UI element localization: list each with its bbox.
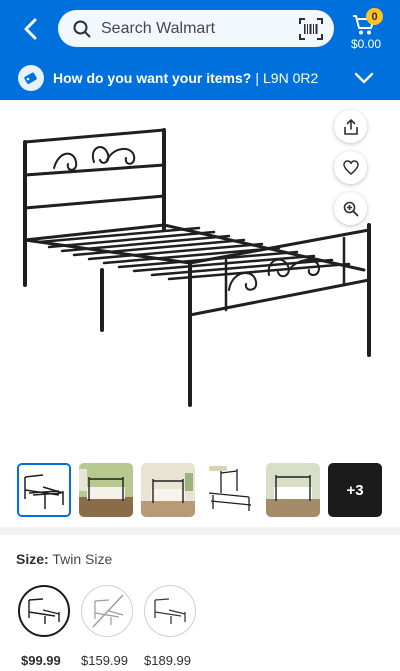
chevron-left-icon: [24, 18, 37, 40]
search-input[interactable]: Search Walmart: [101, 20, 298, 38]
size-option-3[interactable]: [144, 585, 196, 637]
more-images-count: +3: [346, 481, 364, 499]
more-images-thumbnail[interactable]: +3: [328, 463, 382, 517]
size-selector-section: Size: Twin Size $99.99 $159.99 $189.99: [0, 527, 400, 671]
delivery-prompt: How do you want your items?: [53, 70, 252, 86]
bed-frame-icon: [28, 598, 60, 624]
heart-icon: [342, 160, 359, 175]
product-image-bed-frame: [23, 128, 371, 407]
delivery-separator: |: [255, 70, 259, 86]
thumbnail-3[interactable]: [141, 463, 195, 517]
back-button[interactable]: [14, 12, 48, 46]
size-label-key: Size:: [16, 551, 49, 567]
size-selected-value: Twin Size: [52, 551, 113, 567]
barcode-scan-icon[interactable]: [298, 17, 324, 41]
cart-button[interactable]: 0 $0.00: [344, 8, 388, 52]
size-label: Size: Twin Size: [16, 551, 112, 567]
share-icon: [343, 118, 358, 135]
size-option-price-3: $189.99: [144, 653, 191, 668]
top-header: Search Walmart 0 $0.00 How do you want y…: [0, 0, 400, 100]
thumbnail-2[interactable]: [79, 463, 133, 517]
size-option-price-1: $99.99: [21, 653, 61, 668]
bed-frame-unavailable-icon: [92, 594, 124, 628]
thumbnail-1[interactable]: [17, 463, 71, 517]
size-option-2[interactable]: [81, 585, 133, 637]
favorite-button[interactable]: [334, 151, 367, 184]
zoom-in-icon: [343, 201, 358, 216]
size-option-twin[interactable]: [18, 585, 70, 637]
postal-code: L9N 0R2: [263, 70, 319, 86]
chevron-down-icon[interactable]: [354, 69, 374, 87]
product-image-area[interactable]: [0, 100, 400, 455]
zoom-button[interactable]: [334, 192, 367, 225]
search-bar[interactable]: Search Walmart: [58, 10, 334, 47]
delivery-selector[interactable]: How do you want your items? | L9N 0R2: [0, 59, 400, 97]
search-icon: [72, 19, 92, 39]
thumbnail-4[interactable]: [203, 463, 257, 517]
size-option-price-2: $159.99: [81, 653, 128, 668]
cart-count-badge: 0: [366, 8, 383, 25]
thumbnail-5[interactable]: [266, 463, 320, 517]
delivery-tag-icon: [18, 65, 44, 91]
thumbnail-strip: +3: [0, 455, 400, 527]
share-button[interactable]: [334, 110, 367, 143]
cart-total: $0.00: [350, 37, 382, 51]
bed-frame-icon: [154, 598, 186, 624]
